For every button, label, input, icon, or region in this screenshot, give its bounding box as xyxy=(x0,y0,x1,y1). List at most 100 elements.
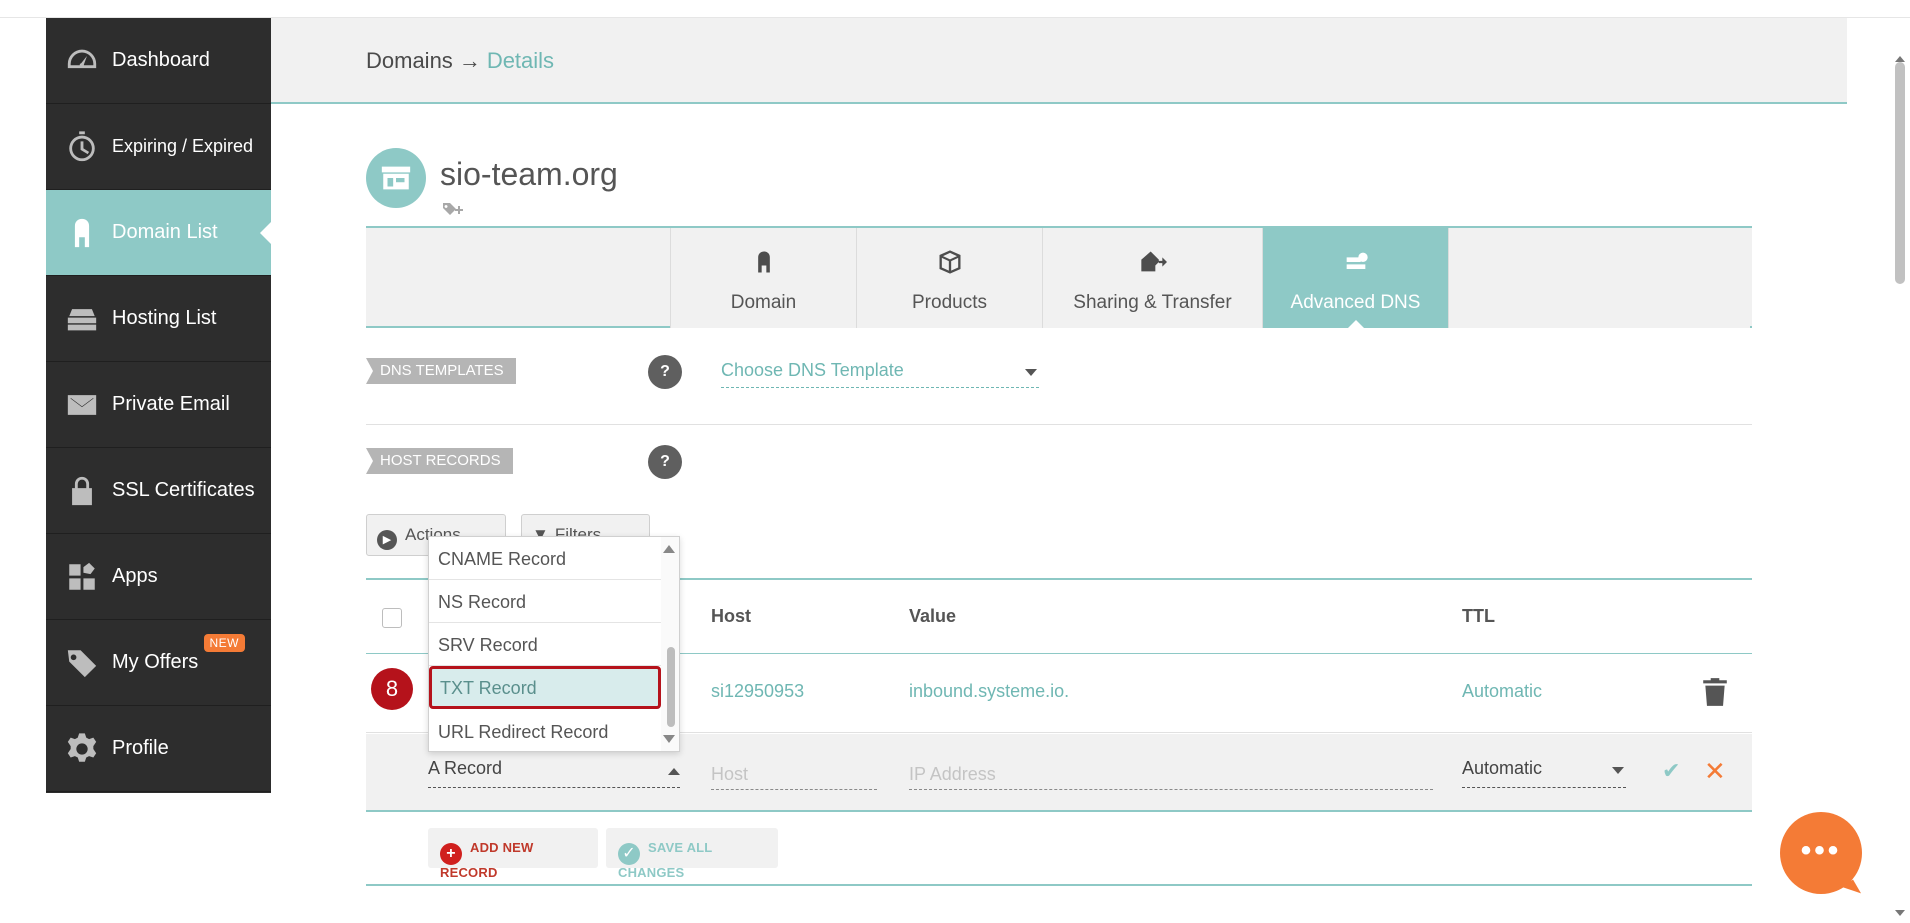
home-icon xyxy=(64,215,100,251)
tag-icon xyxy=(64,645,100,681)
dns-template-select[interactable]: Choose DNS Template xyxy=(721,360,1039,388)
row-ttl-cell[interactable]: Automatic xyxy=(1462,681,1542,702)
sidebar-item-expiring[interactable]: Expiring / Expired xyxy=(46,104,271,190)
sidebar-item-label: Domain List xyxy=(112,221,218,243)
tab-sharing-transfer[interactable]: Sharing & Transfer xyxy=(1042,228,1262,328)
scroll-down-arrow-icon[interactable] xyxy=(1895,910,1905,916)
play-icon: ▶ xyxy=(377,530,397,550)
row-host-cell[interactable]: si12950953 xyxy=(711,681,804,702)
page-header: Domains → Details xyxy=(271,18,1847,104)
sidebar-item-label: Private Email xyxy=(112,393,230,415)
check-circle-icon: ✓ xyxy=(618,843,640,865)
dropdown-option-ns[interactable]: NS Record xyxy=(429,580,661,623)
column-header-host: Host xyxy=(711,606,751,626)
sidebar-item-my-offers[interactable]: My Offers NEW xyxy=(46,620,271,706)
dropdown-option-cname[interactable]: CNAME Record xyxy=(429,537,661,580)
sidebar-item-label: Apps xyxy=(112,565,158,587)
dropdown-option-txt[interactable]: TXT Record xyxy=(429,666,661,709)
tab-advanced-dns[interactable]: Advanced DNS xyxy=(1262,228,1448,330)
confirm-check-icon[interactable]: ✔ xyxy=(1662,758,1680,784)
sidebar-item-label: Profile xyxy=(112,737,169,759)
column-header-ttl: TTL xyxy=(1462,606,1495,626)
new-badge: NEW xyxy=(203,634,245,652)
ip-address-input[interactable] xyxy=(909,760,1433,790)
save-all-changes-button[interactable]: ✓ SAVE ALL CHANGES xyxy=(606,828,778,880)
page-scroll-thumb[interactable] xyxy=(1895,62,1905,284)
host-records-label: HOST RECORDS xyxy=(366,448,513,474)
record-type-value: A Record xyxy=(428,758,503,778)
dns-template-placeholder: Choose DNS Template xyxy=(721,360,904,380)
tab-label: Sharing & Transfer xyxy=(1073,292,1232,313)
sidebar-item-label: Dashboard xyxy=(112,49,210,71)
sidebar-item-profile[interactable]: Profile xyxy=(46,706,271,792)
tab-label: Advanced DNS xyxy=(1290,292,1421,313)
trash-icon[interactable] xyxy=(1702,677,1728,707)
add-tag-icon[interactable] xyxy=(442,201,464,217)
router-icon xyxy=(1263,248,1448,280)
sidebar-item-private-email[interactable]: Private Email xyxy=(46,362,271,448)
server-icon xyxy=(64,301,100,337)
dropdown-scrollbar[interactable] xyxy=(661,537,679,751)
add-new-record-button[interactable]: + ADD NEW RECORD xyxy=(428,828,598,880)
step-number-badge: 8 xyxy=(371,668,413,710)
dropdown-scroll-thumb[interactable] xyxy=(667,647,675,727)
apps-icon xyxy=(64,559,100,595)
record-type-dropdown: CNAME Record NS Record SRV Record TXT Re… xyxy=(428,536,680,752)
tab-products[interactable]: Products xyxy=(856,228,1042,328)
box-icon xyxy=(857,248,1042,280)
sidebar: Dashboard Expiring / Expired Domain List… xyxy=(46,18,272,793)
sidebar-item-label: Hosting List xyxy=(112,307,217,329)
domain-store-avatar xyxy=(366,148,426,208)
dropdown-option-srv[interactable]: SRV Record xyxy=(429,623,661,666)
chevron-up-icon xyxy=(668,768,680,775)
envelope-icon xyxy=(64,387,100,423)
breadcrumb-arrow: → xyxy=(458,48,481,73)
table-bottom-border xyxy=(366,884,1752,886)
scroll-up-arrow-icon[interactable] xyxy=(663,545,675,553)
host-records-help-icon[interactable]: ? xyxy=(648,445,682,479)
chat-button[interactable]: ••• xyxy=(1780,812,1862,894)
dns-templates-help-icon[interactable]: ? xyxy=(648,355,682,389)
house-transfer-icon xyxy=(1043,248,1262,280)
page-title: sio-team.org xyxy=(440,156,618,192)
domain-tabs: Domain Products Sharing & Transfer Advan… xyxy=(366,226,1752,330)
breadcrumb-domains-link[interactable]: Domains xyxy=(366,48,453,73)
page-scrollbar[interactable] xyxy=(1892,56,1908,916)
tab-domain[interactable]: Domain xyxy=(670,228,856,328)
lock-icon xyxy=(64,473,100,509)
ttl-select[interactable]: Automatic xyxy=(1462,758,1626,788)
home-icon xyxy=(671,248,856,280)
sidebar-item-label: My Offers xyxy=(112,651,199,673)
record-type-select[interactable]: A Record xyxy=(428,758,680,788)
gear-icon xyxy=(64,731,100,767)
section-divider xyxy=(366,424,1752,425)
host-input[interactable] xyxy=(711,760,877,790)
cancel-x-icon[interactable]: ✕ xyxy=(1704,756,1726,787)
chat-bubble-icon: ••• xyxy=(1800,834,1842,867)
select-all-checkbox[interactable] xyxy=(382,608,402,628)
speedometer-icon xyxy=(64,43,100,79)
stopwatch-icon xyxy=(64,129,100,165)
tab-empty-filler xyxy=(1448,228,1750,328)
sidebar-item-hosting-list[interactable]: Hosting List xyxy=(46,276,271,362)
chevron-down-icon xyxy=(1612,767,1624,774)
storefront-icon xyxy=(381,166,411,190)
sidebar-item-domain-list[interactable]: Domain List xyxy=(46,190,272,276)
column-header-value: Value xyxy=(909,606,957,626)
breadcrumb: Domains → Details xyxy=(366,48,554,74)
row-value-cell[interactable]: inbound.systeme.io. xyxy=(909,681,1069,702)
sidebar-item-label: SSL Certificates xyxy=(112,479,255,501)
ttl-value: Automatic xyxy=(1462,758,1543,778)
tab-label: Domain xyxy=(730,292,797,313)
sidebar-item-label: Expiring / Expired xyxy=(112,136,254,156)
dns-templates-label: DNS TEMPLATES xyxy=(366,358,516,384)
breadcrumb-current: Details xyxy=(486,48,555,73)
sidebar-item-dashboard[interactable]: Dashboard xyxy=(46,18,271,104)
tab-label: Products xyxy=(912,292,987,313)
sidebar-item-ssl-certificates[interactable]: SSL Certificates xyxy=(46,448,271,534)
dropdown-option-url-redirect[interactable]: URL Redirect Record xyxy=(429,710,661,751)
chevron-down-icon xyxy=(1025,369,1037,376)
plus-circle-icon: + xyxy=(440,843,462,865)
sidebar-item-apps[interactable]: Apps xyxy=(46,534,271,620)
scroll-down-arrow-icon[interactable] xyxy=(663,735,675,743)
